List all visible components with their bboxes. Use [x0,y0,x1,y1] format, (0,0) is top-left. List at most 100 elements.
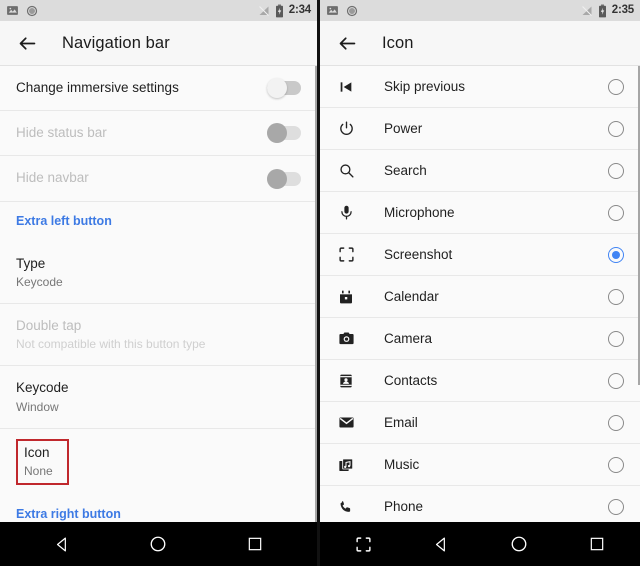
row-subtitle: Not compatible with this button type [16,337,206,352]
home-circle-icon [151,536,166,552]
nav-back-button[interactable] [45,527,79,561]
phone-icon [334,495,358,519]
camera-icon [334,327,358,351]
option-radio-selected[interactable] [608,246,624,263]
toggle-change-immersive-settings[interactable] [267,78,301,99]
screenshot-crop-icon [334,243,358,267]
highlight-box: Icon None [16,438,69,486]
option-label: Phone [384,499,424,514]
recents-square-icon [248,537,262,551]
no-sim-signal-icon [258,5,269,16]
row-title: Double tap [16,318,82,334]
search-icon [334,159,358,183]
option-phone[interactable]: Phone [320,486,640,522]
home-circle-icon [511,536,527,552]
left-status-right-icons: 2:34 [258,4,311,18]
option-search[interactable]: Search [320,150,640,192]
row-hide-navbar[interactable]: Hide navbar [0,156,317,202]
row-hide-status-bar[interactable]: Hide status bar [0,111,317,157]
battery-charging-icon [275,4,283,17]
nav-recents-button[interactable] [238,527,272,561]
option-label: Skip previous [384,79,466,94]
option-radio[interactable] [608,288,624,305]
screenshot-image-icon [7,6,18,15]
option-label: Camera [384,331,433,346]
option-skip-previous[interactable]: Skip previous [320,66,640,108]
right-status-left-icons [326,4,358,17]
row-text: Extra left button [16,213,301,230]
toggle-hide-navbar[interactable] [267,168,301,189]
option-radio[interactable] [608,78,624,95]
row-subtitle: Keycode [16,274,63,289]
left-app-bar: Navigation bar [0,21,317,66]
option-camera[interactable]: Camera [320,318,640,360]
option-label: Music [384,457,420,472]
left-status-bar: 2:34 [0,0,317,21]
left-back-button[interactable] [14,30,40,56]
option-label: Screenshot [384,247,453,262]
option-power[interactable]: Power [320,108,640,150]
row-title: Change immersive settings [16,80,179,95]
nav-home-button[interactable] [502,527,536,561]
option-email[interactable]: Email [320,402,640,444]
option-radio[interactable] [608,120,624,137]
option-label: Power [384,121,423,136]
row-text: Double tap Not compatible with this butt… [16,317,301,352]
screenshot-crop-icon [355,536,371,552]
option-radio[interactable] [608,330,624,347]
option-label: Calendar [384,289,439,304]
music-icon [334,453,358,477]
toggle-hide-status-bar[interactable] [267,123,301,144]
row-keycode[interactable]: Keycode Window [0,366,317,429]
row-title: Type [16,255,46,271]
row-text: Extra right button [16,506,301,522]
email-icon [334,411,358,435]
row-type-left[interactable]: Type Keycode [0,241,317,305]
row-subtitle: None [24,464,53,479]
option-radio[interactable] [608,162,624,179]
nav-home-button[interactable] [141,527,175,561]
back-triangle-icon [56,537,66,551]
option-screenshot[interactable]: Screenshot [320,234,640,276]
section-title: Extra left button [16,214,112,229]
toggle-thumb [267,168,287,189]
left-page-title: Navigation bar [62,33,170,52]
option-radio[interactable] [608,498,624,515]
record-circle-icon [346,5,358,16]
row-subtitle: Window [16,399,59,414]
left-scrollbar[interactable] [315,66,317,522]
right-back-button[interactable] [334,30,360,56]
contacts-icon [334,369,358,393]
option-radio[interactable] [608,414,624,431]
toggle-thumb [267,123,287,144]
nav-screenshot-button[interactable] [346,527,380,561]
nav-recents-button[interactable] [580,527,614,561]
row-change-immersive-settings[interactable]: Change immersive settings [0,66,317,112]
back-arrow-icon [339,36,355,50]
right-status-clock: 2:35 [611,3,634,16]
option-microphone[interactable]: Microphone [320,192,640,234]
skip-previous-icon [334,75,358,99]
left-settings-list[interactable]: Change immersive settings Hide status ba… [0,66,317,522]
row-title: Hide navbar [16,170,89,186]
row-title: Icon [24,444,50,460]
option-radio[interactable] [608,372,624,389]
option-music[interactable]: Music [320,444,640,486]
icon-options-list[interactable]: Skip previous Power Search Microphone Sc… [320,66,640,522]
nav-back-button[interactable] [424,527,458,561]
row-icon-highlighted[interactable]: Icon None [0,428,317,495]
option-calendar[interactable]: Calendar [320,276,640,318]
right-page-title: Icon [382,33,414,52]
row-title: Hide status bar [16,125,107,141]
right-system-nav-bar [320,522,640,566]
option-contacts[interactable]: Contacts [320,360,640,402]
option-radio[interactable] [608,456,624,473]
left-phone-screen: 2:34 Navigation bar Change immersive set… [0,0,320,566]
left-status-left-icons [6,4,38,17]
option-radio[interactable] [608,204,624,221]
right-status-bar: 2:35 [320,0,640,21]
toggle-thumb [267,78,287,99]
no-sim-signal-icon [581,5,592,16]
dual-screenshot-container: 2:34 Navigation bar Change immersive set… [0,0,640,566]
row-double-tap[interactable]: Double tap Not compatible with this butt… [0,304,317,367]
